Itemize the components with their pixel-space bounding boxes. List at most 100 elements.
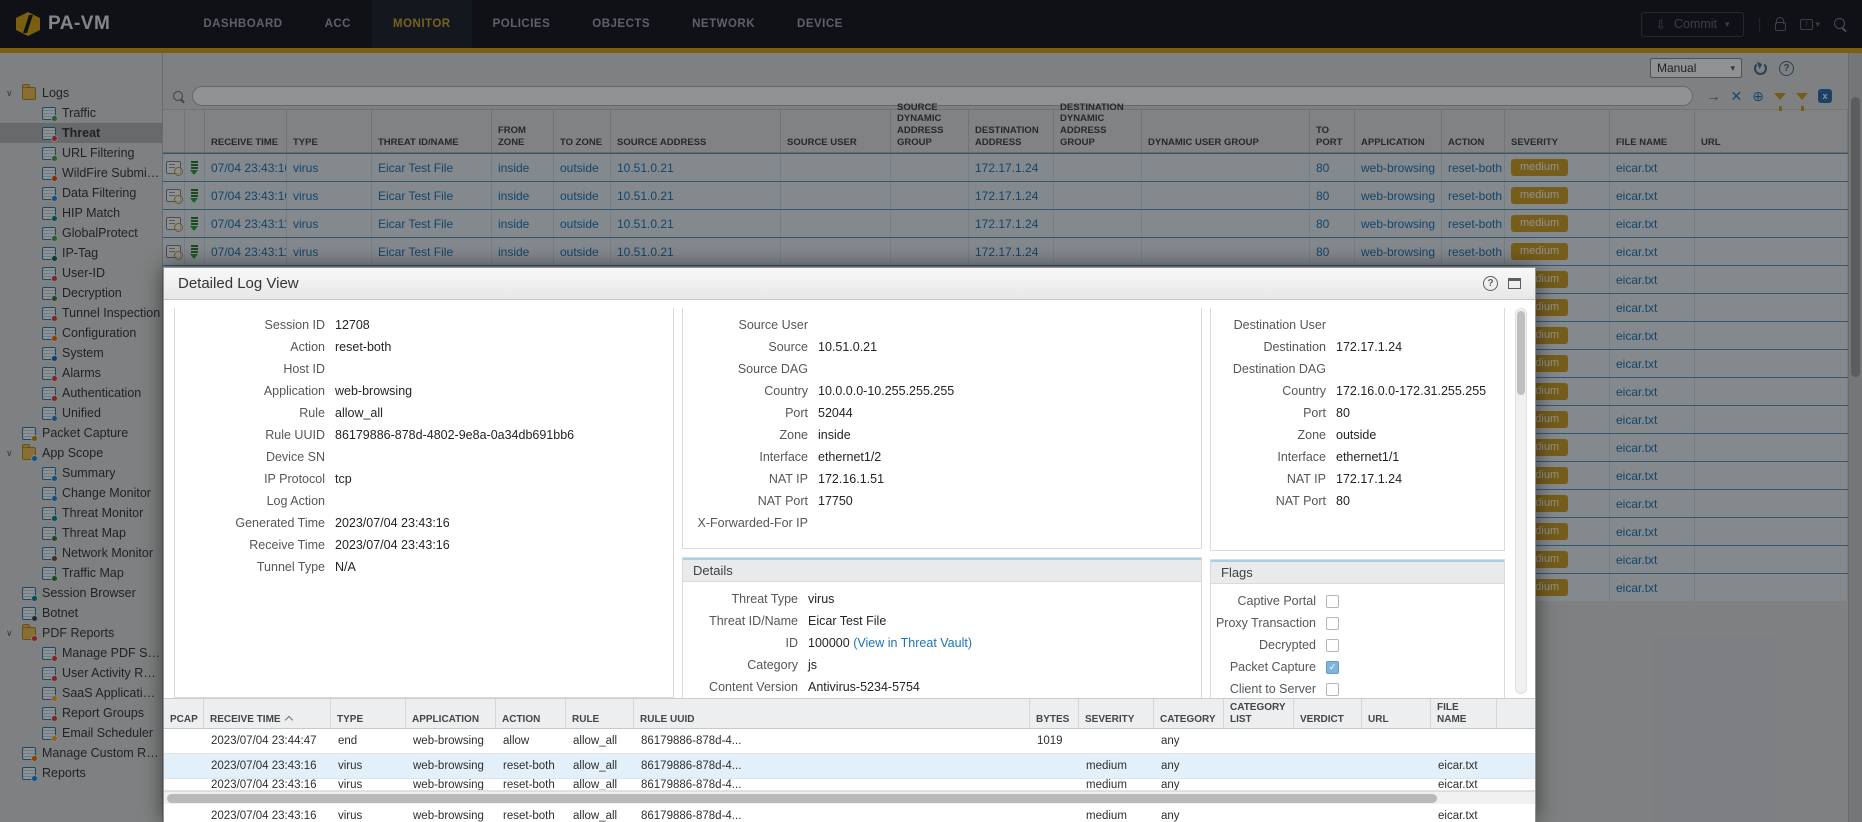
flag-checkbox[interactable] (1326, 595, 1339, 608)
column-header-bytes[interactable]: BYTES (1030, 699, 1079, 728)
cell-rule: allow_all (566, 735, 634, 747)
dialog-detail-panels: Session ID12708Actionreset-bothHost IDAp… (164, 300, 1535, 698)
field-label: Host ID (175, 362, 325, 376)
field-value: tcp (335, 472, 352, 486)
column-header-file-name[interactable]: FILE NAME (1431, 699, 1497, 728)
related-log-row[interactable]: 2023/07/04 23:44:47endweb-browsingallowa… (164, 729, 1535, 754)
field-label: Country (1211, 384, 1326, 398)
column-header-category[interactable]: CATEGORY (1154, 699, 1224, 728)
general-panel: Session ID12708Actionreset-bothHost IDAp… (174, 308, 674, 698)
source-field-interface: Interfaceethernet1/2 (683, 446, 1201, 468)
related-logs-horizontal-scrollbar[interactable] (164, 791, 1535, 804)
cell-severity: medium (1079, 760, 1154, 772)
field-label: X-Forwarded-For IP (683, 516, 808, 530)
flags-header: Flags (1211, 560, 1504, 584)
field-label: Generated Time (175, 516, 325, 530)
field-label: Port (683, 406, 808, 420)
flag-checkbox[interactable]: ✓ (1326, 661, 1339, 674)
cell-rule-uuid: 86179886-878d-4... (634, 779, 1030, 791)
details-field-category: Categoryjs (683, 654, 1201, 676)
cell-application: web-browsing (406, 810, 496, 822)
field-label: Source (683, 340, 808, 354)
sort-ascending-icon (284, 716, 292, 724)
flag-decrypted: Decrypted (1211, 634, 1504, 656)
field-label: NAT Port (1211, 494, 1326, 508)
destination-field-zone: Zoneoutside (1211, 424, 1504, 446)
field-value: 172.17.1.24 (1336, 340, 1402, 354)
field-value: web-browsing (335, 384, 412, 398)
column-header-rule-uuid[interactable]: RULE UUID (634, 699, 1030, 728)
field-label: Interface (683, 450, 808, 464)
field-value: virus (808, 592, 834, 606)
field-value: 2023/07/04 23:43:16 (335, 516, 450, 530)
field-label: Device SN (175, 450, 325, 464)
column-header-action[interactable]: ACTION (496, 699, 566, 728)
related-log-row[interactable]: 2023/07/04 23:43:16virusweb-browsingrese… (164, 779, 1535, 791)
field-value: 172.16.0.0-172.31.255.255 (1336, 384, 1486, 398)
cell-category: any (1154, 760, 1224, 772)
threat-vault-link[interactable]: (View in Threat Vault) (850, 636, 972, 650)
field-label: Source User (683, 318, 808, 332)
cell-rule-uuid: 86179886-878d-4... (634, 760, 1030, 772)
dialog-vertical-scrollbar[interactable] (1515, 308, 1527, 694)
dialog-restore-icon[interactable] (1508, 278, 1521, 289)
field-label: Log Action (175, 494, 325, 508)
field-value: allow_all (335, 406, 383, 420)
source-field-x-forwarded-for-ip: X-Forwarded-For IP (683, 512, 1201, 534)
field-value: 12708 (335, 318, 370, 332)
cell-severity: medium (1079, 810, 1154, 822)
general-field-log-action: Log Action (175, 490, 673, 512)
field-label: Category (683, 658, 798, 672)
destination-field-destination-user: Destination User (1211, 314, 1504, 336)
field-label: Source DAG (683, 362, 808, 376)
cell-file-name: eicar.txt (1431, 760, 1497, 772)
source-panel: Source UserSource10.51.0.21Source DAGCou… (682, 308, 1202, 549)
scrollbar-thumb[interactable] (167, 794, 1437, 803)
source-field-port: Port52044 (683, 402, 1201, 424)
field-value: Antivirus-5234-5754 (808, 680, 920, 694)
related-log-row[interactable]: 2023/07/04 23:43:16virusweb-browsingrese… (164, 804, 1535, 822)
cell-category: any (1154, 810, 1224, 822)
column-header-receive-time[interactable]: RECEIVE TIME (204, 699, 331, 728)
general-field-rule-uuid: Rule UUID86179886-878d-4802-9e8a-0a34db6… (175, 424, 673, 446)
cell-type: virus (331, 779, 406, 791)
details-panel: Details Threat TypevirusThreat ID/NameEi… (682, 557, 1202, 698)
cell-rule: allow_all (566, 810, 634, 822)
dialog-title: Detailed Log View (178, 275, 299, 292)
cell-rule: allow_all (566, 779, 634, 791)
field-value: 86179886-878d-4802-9e8a-0a34db691bb6 (335, 428, 574, 442)
cell-action: reset-both (496, 779, 566, 791)
source-field-nat-port: NAT Port17750 (683, 490, 1201, 512)
field-label: NAT IP (1211, 472, 1326, 486)
cell-category: any (1154, 779, 1224, 791)
column-header-severity[interactable]: SEVERITY (1079, 699, 1154, 728)
flag-proxy-transaction: Proxy Transaction (1211, 612, 1504, 634)
column-header-pcap[interactable]: PCAP (164, 699, 204, 728)
details-field-threat-id-name: Threat ID/NameEicar Test File (683, 610, 1201, 632)
destination-field-nat-ip: NAT IP172.17.1.24 (1211, 468, 1504, 490)
flag-checkbox[interactable] (1326, 617, 1339, 630)
related-log-row[interactable]: 2023/07/04 23:43:16virusweb-browsingrese… (164, 754, 1535, 779)
column-header-application[interactable]: APPLICATION (406, 699, 496, 728)
column-header-url[interactable]: URL (1362, 699, 1431, 728)
column-header-verdict[interactable]: VERDICT (1294, 699, 1362, 728)
field-value: N/A (335, 560, 356, 574)
field-value: Eicar Test File (808, 614, 886, 628)
general-field-tunnel-type: Tunnel TypeN/A (175, 556, 673, 578)
cell-bytes: 1019 (1030, 735, 1079, 747)
pa-vm-screen: PA-VM DASHBOARDACCMONITORPOLICIESOBJECTS… (0, 0, 1862, 822)
field-label: NAT IP (683, 472, 808, 486)
column-header-rule[interactable]: RULE (566, 699, 634, 728)
field-label: NAT Port (683, 494, 808, 508)
column-header-type[interactable]: TYPE (331, 699, 406, 728)
cell-action: reset-both (496, 810, 566, 822)
dialog-help-icon[interactable]: ? (1483, 276, 1498, 291)
field-value: ethernet1/1 (1336, 450, 1399, 464)
general-field-device-sn: Device SN (175, 446, 673, 468)
dialog-titlebar[interactable]: Detailed Log View ? (164, 268, 1535, 300)
flag-checkbox[interactable] (1326, 683, 1339, 696)
general-field-ip-protocol: IP Protocoltcp (175, 468, 673, 490)
column-header-url-category-list[interactable]: URL CATEGORY LIST (1224, 699, 1294, 728)
scrollbar-thumb[interactable] (1517, 311, 1525, 395)
flag-checkbox[interactable] (1326, 639, 1339, 652)
